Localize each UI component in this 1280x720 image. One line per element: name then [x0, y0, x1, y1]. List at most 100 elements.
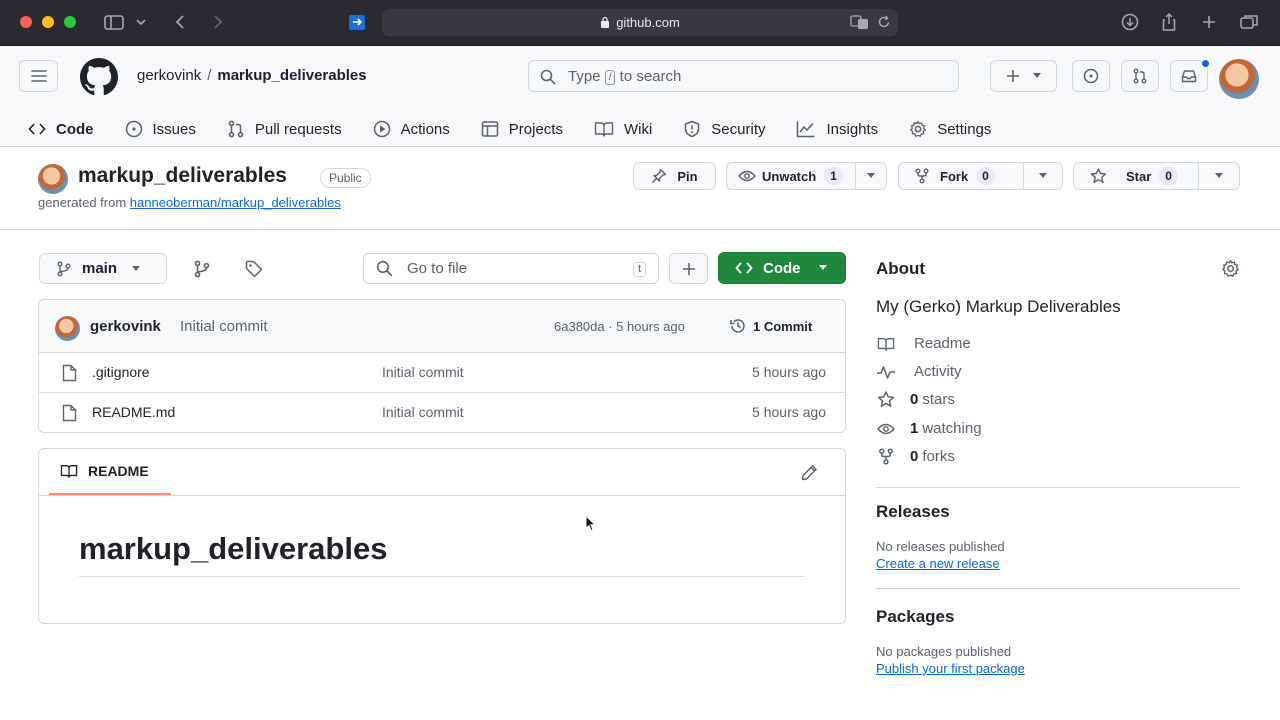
- pin-button[interactable]: Pin: [633, 162, 716, 190]
- commit-message[interactable]: Initial commit: [180, 318, 268, 335]
- triangle-down-icon[interactable]: [856, 173, 886, 179]
- about-item-label: stars: [922, 391, 955, 408]
- tab-issues[interactable]: Issues: [125, 110, 196, 148]
- create-new-button[interactable]: [990, 60, 1057, 92]
- tab-code[interactable]: Code: [28, 110, 94, 149]
- file-name[interactable]: README.md: [92, 404, 175, 420]
- forks-link[interactable]: 0 forks: [876, 448, 955, 465]
- tab-insights[interactable]: Insights: [796, 110, 878, 148]
- address-bar[interactable]: github.com: [382, 9, 898, 36]
- code-button[interactable]: Code: [718, 252, 846, 284]
- user-avatar[interactable]: [1219, 59, 1259, 99]
- chevron-down-icon[interactable]: [134, 12, 148, 32]
- triangle-down-icon[interactable]: [1199, 173, 1239, 179]
- latest-commit-bar: gerkovink Initial commit 6a380da · 5 hou…: [39, 300, 845, 353]
- url-text: github.com: [616, 15, 680, 30]
- about-item-count: 0: [910, 448, 919, 465]
- go-to-file-input[interactable]: Go to file t: [363, 253, 659, 284]
- reload-icon[interactable]: [877, 15, 891, 29]
- repo-nav: Code Issues Pull requests Actions Projec…: [28, 110, 1022, 149]
- readme-link[interactable]: Readme: [876, 335, 971, 352]
- star-label: Star: [1126, 168, 1152, 184]
- issues-button[interactable]: [1072, 60, 1110, 92]
- new-tab-icon[interactable]: [1198, 12, 1220, 32]
- extension-icon[interactable]: [346, 12, 368, 32]
- tag-icon[interactable]: [245, 260, 263, 278]
- publish-package-link[interactable]: Publish your first package: [876, 661, 1025, 676]
- commit-hash-time[interactable]: 6a380da · 5 hours ago: [554, 319, 685, 334]
- watching-link[interactable]: 1 watching: [876, 420, 982, 437]
- tab-label: Pull requests: [254, 120, 342, 138]
- tab-wiki[interactable]: Wiki: [594, 110, 652, 148]
- tab-security[interactable]: Security: [683, 110, 765, 148]
- table-row[interactable]: README.md Initial commit 5 hours ago: [39, 393, 845, 432]
- sidebar-divider: [876, 588, 1240, 589]
- releases-title[interactable]: Releases: [876, 502, 950, 522]
- code-icon: [735, 261, 753, 275]
- search-icon: [540, 69, 556, 85]
- branch-icon: [57, 261, 71, 277]
- github-logo-icon[interactable]: [80, 58, 118, 96]
- share-icon[interactable]: [1158, 12, 1180, 32]
- pulse-icon: [876, 364, 896, 380]
- sidebar-toggle-icon[interactable]: [103, 12, 125, 32]
- tab-settings[interactable]: Settings: [909, 110, 991, 148]
- file-icon: [62, 404, 77, 422]
- star-button[interactable]: Star 0: [1073, 162, 1240, 190]
- owner-avatar[interactable]: [38, 164, 68, 194]
- create-release-link[interactable]: Create a new release: [876, 556, 1000, 571]
- about-item-count: 0: [910, 391, 919, 408]
- book-icon: [594, 120, 614, 138]
- fork-button[interactable]: Fork 0: [898, 162, 1063, 190]
- zoom-window-button[interactable]: [64, 16, 76, 28]
- table-row[interactable]: .gitignore Initial commit 5 hours ago: [39, 353, 845, 393]
- triangle-down-icon[interactable]: [1024, 173, 1062, 179]
- pull-requests-button[interactable]: [1121, 60, 1159, 92]
- owner-link[interactable]: gerkovink: [137, 67, 201, 84]
- search-icon: [376, 260, 393, 277]
- eye-icon: [738, 169, 756, 183]
- about-item-label: Readme: [914, 335, 971, 352]
- commit-author[interactable]: gerkovink: [90, 318, 161, 335]
- translate-icon[interactable]: [850, 14, 870, 30]
- readme-tab[interactable]: README: [49, 449, 171, 495]
- search-input[interactable]: Type / to search: [528, 60, 959, 92]
- packages-title[interactable]: Packages: [876, 607, 954, 627]
- template-repo-link[interactable]: hanneoberman/markup_deliverables: [130, 195, 341, 210]
- commits-link[interactable]: 1 Commit: [729, 317, 812, 335]
- file-commit-message[interactable]: Initial commit: [382, 364, 464, 380]
- stars-link[interactable]: 0 stars: [876, 391, 955, 408]
- add-file-button[interactable]: [669, 253, 708, 284]
- pencil-icon[interactable]: [801, 464, 818, 481]
- branches-icon[interactable]: [193, 260, 211, 278]
- tab-pull-requests[interactable]: Pull requests: [227, 110, 342, 148]
- unwatch-button[interactable]: Unwatch 1: [726, 162, 887, 190]
- generated-from: generated from hanneoberman/markup_deliv…: [38, 195, 341, 210]
- activity-link[interactable]: Activity: [876, 363, 962, 380]
- close-window-button[interactable]: [20, 16, 32, 28]
- minimize-window-button[interactable]: [42, 16, 54, 28]
- file-commit-message[interactable]: Initial commit: [382, 404, 464, 420]
- commit-author-avatar[interactable]: [55, 316, 80, 341]
- gear-icon[interactable]: [1221, 259, 1240, 278]
- forward-icon[interactable]: [206, 12, 228, 32]
- menu-button[interactable]: [19, 60, 58, 92]
- unwatch-label: Unwatch: [762, 168, 817, 184]
- file-name[interactable]: .gitignore: [92, 364, 150, 380]
- download-icon[interactable]: [1119, 12, 1141, 32]
- back-icon[interactable]: [170, 12, 192, 32]
- watch-count: 1: [824, 167, 843, 185]
- tab-overview-icon[interactable]: [1238, 12, 1260, 32]
- about-item-label: forks: [922, 448, 955, 465]
- tab-actions[interactable]: Actions: [373, 110, 450, 148]
- releases-empty: No releases published: [876, 539, 1005, 554]
- repo-title[interactable]: markup_deliverables: [78, 164, 287, 188]
- tab-label: Wiki: [623, 120, 653, 138]
- graph-icon: [796, 120, 816, 138]
- repo-link[interactable]: markup_deliverables: [217, 67, 366, 84]
- table-icon: [481, 120, 499, 138]
- readme-panel: README markup_deliverables: [38, 448, 846, 624]
- branch-select[interactable]: main: [39, 253, 167, 284]
- tab-projects[interactable]: Projects: [481, 110, 563, 148]
- repo-main: main Go to file t Code gerkovink Initial…: [0, 231, 1280, 720]
